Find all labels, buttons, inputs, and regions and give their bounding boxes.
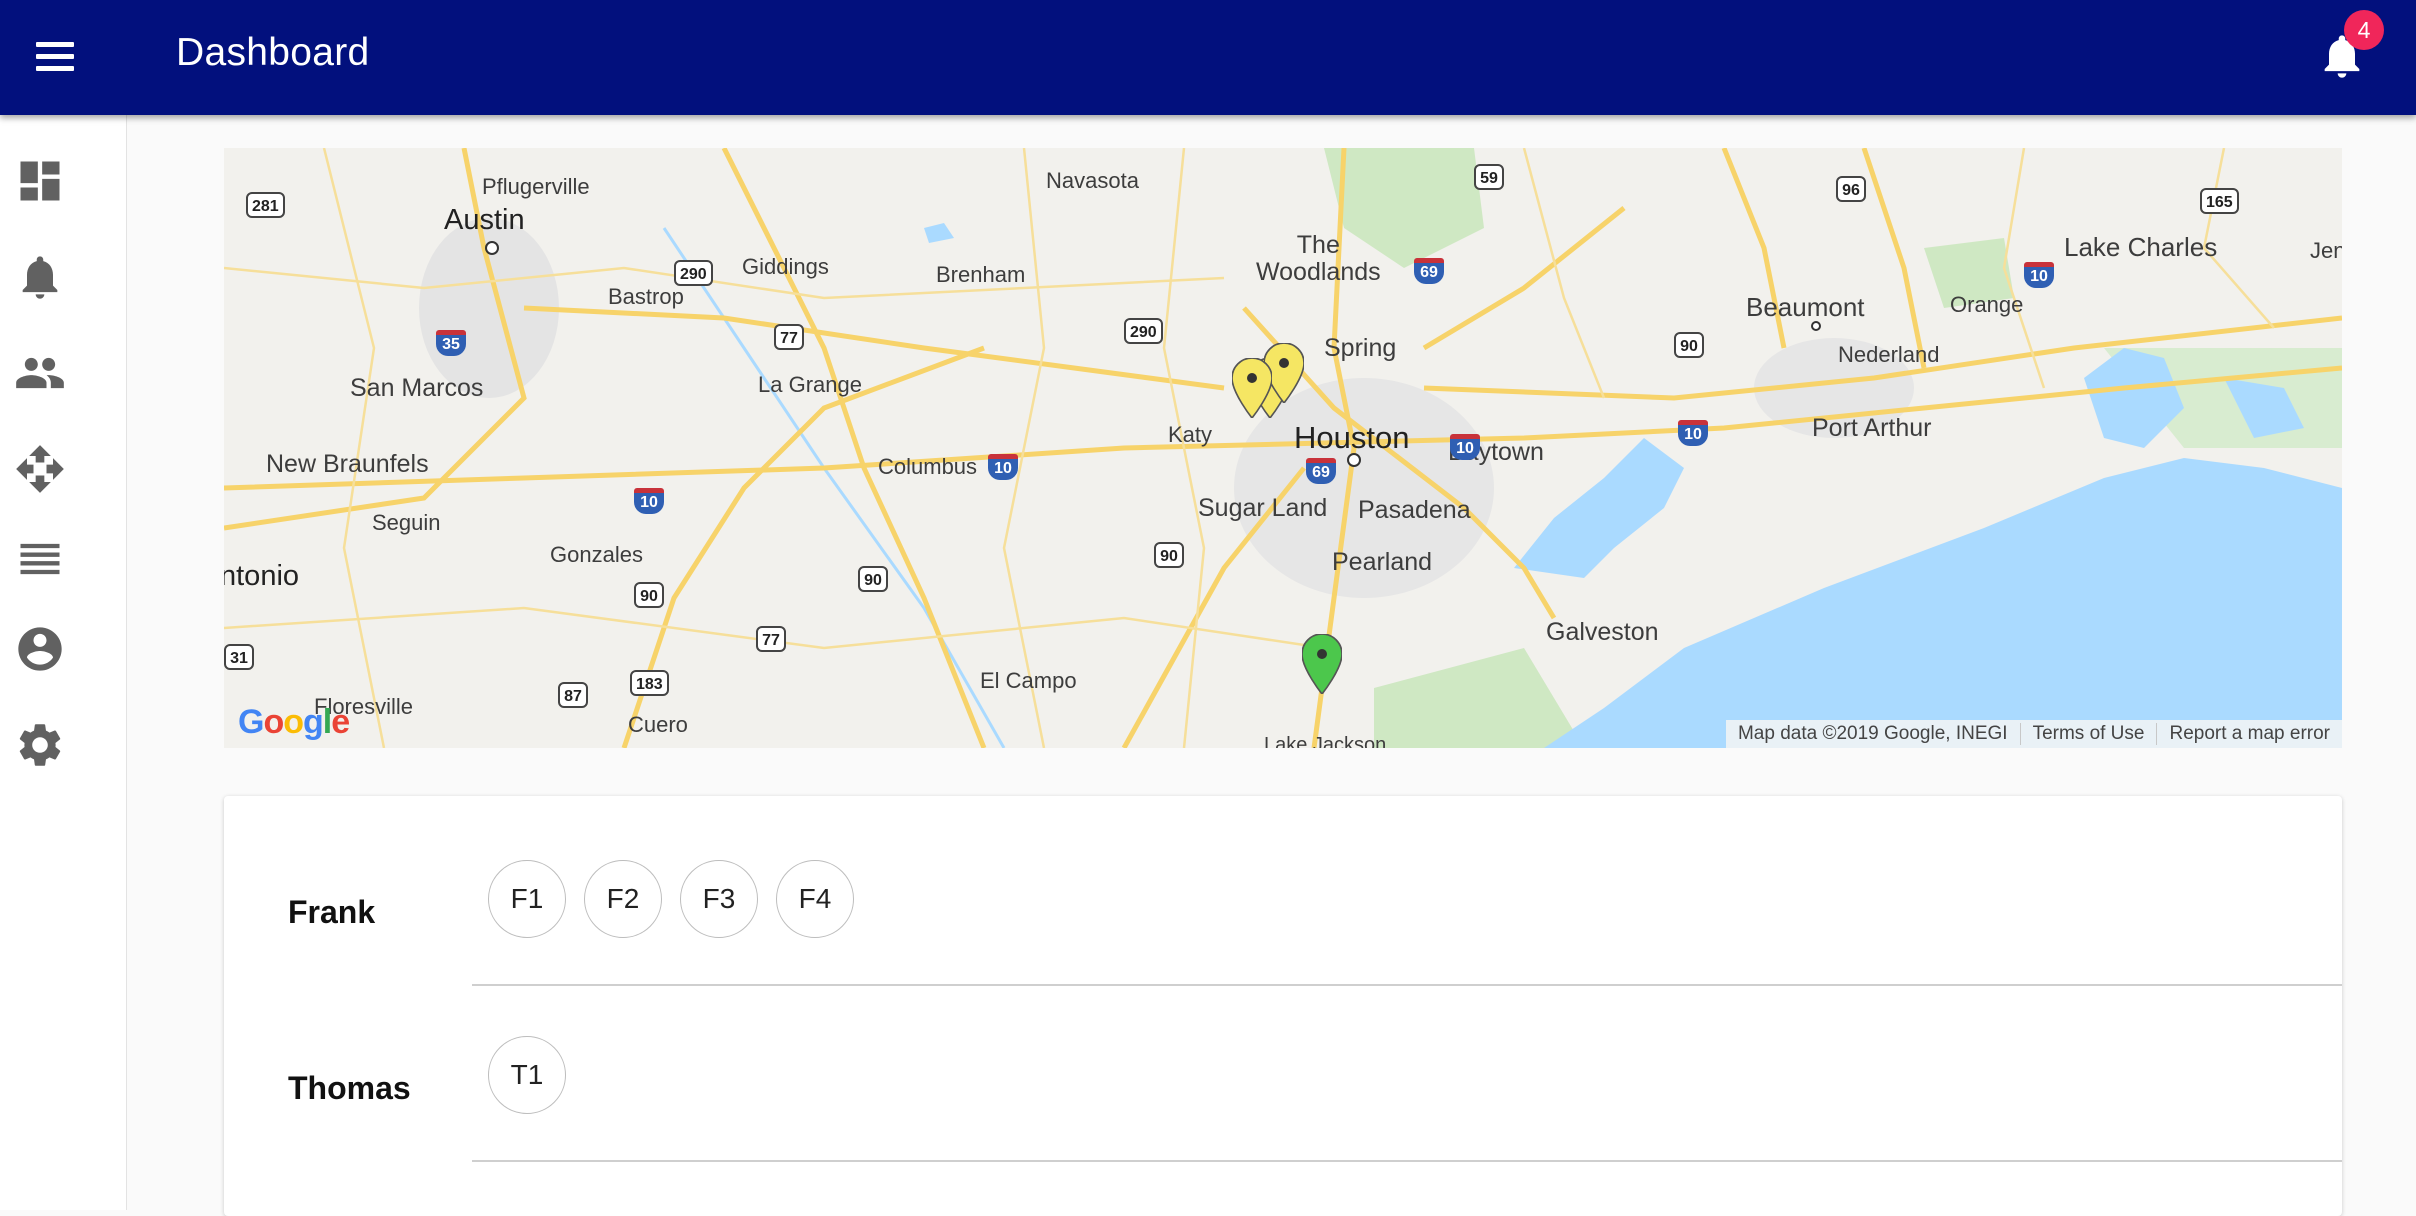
sidebar xyxy=(0,115,127,1210)
assignment-chip[interactable]: F1 xyxy=(488,860,566,938)
us-route-shield: 165 xyxy=(2200,188,2239,214)
map-label: New Braunfels xyxy=(266,450,429,478)
gear-icon xyxy=(19,724,61,766)
map-label: Spring xyxy=(1324,334,1397,362)
map-label: Gonzales xyxy=(550,542,643,567)
interstate-shield: 69 xyxy=(1306,458,1336,484)
us-route-shield: 87 xyxy=(558,682,588,708)
us-route-shield: 77 xyxy=(756,626,786,652)
google-logo: Google xyxy=(238,703,350,741)
assignment-row: Frank F1 F2 F3 F4 xyxy=(224,796,2342,986)
sidebar-item-account[interactable] xyxy=(14,623,66,675)
map-label: Giddings xyxy=(742,254,829,279)
map-label: Bastrop xyxy=(608,284,684,309)
assignment-chip[interactable]: F2 xyxy=(584,860,662,938)
row-name: Thomas xyxy=(288,1070,411,1106)
chip-group: T1 xyxy=(488,1036,584,1114)
map-label: Beaumont xyxy=(1746,292,1865,322)
us-route-shield: 90 xyxy=(1154,542,1184,568)
map-view[interactable]: Pflugerville Austin Navasota The Woodlan… xyxy=(224,148,2342,748)
row-name: Frank xyxy=(288,894,376,930)
map-label: Galveston xyxy=(1546,618,1659,646)
map-label: Seguin xyxy=(372,510,441,535)
map-label: La Grange xyxy=(758,372,862,397)
list-icon xyxy=(20,543,60,575)
report-map-error-link[interactable]: Report a map error xyxy=(2156,723,2342,745)
assignment-chip[interactable]: F4 xyxy=(776,860,854,938)
map-label: Jenn xyxy=(2310,238,2342,263)
interstate-shield: 69 xyxy=(1414,258,1444,284)
map-label: Port Arthur xyxy=(1812,414,1932,442)
account-circle-icon xyxy=(18,627,62,671)
map-label: Sugar Land xyxy=(1198,494,1328,522)
notification-badge: 4 xyxy=(2344,10,2384,50)
us-route-shield: 96 xyxy=(1836,176,1866,202)
map-label: San Marcos xyxy=(350,374,484,402)
map-label: Orange xyxy=(1950,292,2024,317)
map-label: ntonio xyxy=(224,560,300,592)
interstate-shield: 35 xyxy=(436,330,466,356)
us-route-shield: 290 xyxy=(1124,318,1163,344)
interstate-shield: 10 xyxy=(1678,420,1708,446)
map-label: Pflugerville xyxy=(482,174,590,199)
map-label: Katy xyxy=(1168,422,1213,447)
sidebar-item-settings[interactable] xyxy=(14,719,66,771)
map-label: El Campo xyxy=(980,668,1077,693)
us-route-shield: 290 xyxy=(674,260,713,286)
people-icon xyxy=(16,357,64,389)
hamburger-menu-icon[interactable] xyxy=(34,36,76,78)
map-label: Nederland xyxy=(1838,342,1940,367)
interstate-shield: 10 xyxy=(1450,434,1480,460)
row-divider xyxy=(472,1160,2342,1162)
interstate-shield: 10 xyxy=(634,488,664,514)
map-attribution: Map data ©2019 Google, INEGI Terms of Us… xyxy=(1725,720,2342,748)
map-label: Pearland xyxy=(1332,548,1433,576)
map-label: Austin xyxy=(444,204,525,236)
assignment-chip[interactable]: F3 xyxy=(680,860,758,938)
sidebar-item-list[interactable] xyxy=(14,533,66,585)
app-bar: Dashboard 4 xyxy=(0,0,2416,115)
us-route-shield: 31 xyxy=(224,644,254,670)
terms-of-use-link[interactable]: Terms of Use xyxy=(2019,723,2157,745)
map-label: Lake Jackson xyxy=(1264,734,1387,748)
sidebar-item-notifications[interactable] xyxy=(14,251,66,303)
map-label: Houston xyxy=(1294,420,1410,455)
map-label: Lake Charles xyxy=(2064,232,2218,262)
assignment-row: Thomas T1 xyxy=(224,972,2342,1162)
us-route-shield: 90 xyxy=(634,582,664,608)
sidebar-item-move[interactable] xyxy=(14,443,66,495)
map-label: Brenham xyxy=(936,262,1026,287)
us-route-shield: 183 xyxy=(630,670,669,696)
move-icon xyxy=(16,445,64,493)
map-label: Pasadena xyxy=(1358,496,1471,524)
chip-group: F1 F2 F3 F4 xyxy=(488,860,872,938)
yellow-map-marker[interactable] xyxy=(1232,358,1272,418)
dashboard-icon xyxy=(20,161,60,201)
interstate-shield: 10 xyxy=(2024,262,2054,288)
map-label: The Woodlands xyxy=(1256,231,1381,286)
map-label: Columbus xyxy=(878,454,978,479)
us-route-shield: 59 xyxy=(1474,164,1504,190)
map-label: Navasota xyxy=(1046,168,1139,193)
green-map-marker[interactable] xyxy=(1302,634,1342,694)
sidebar-item-people[interactable] xyxy=(14,347,66,399)
us-route-shield: 90 xyxy=(1674,332,1704,358)
map-label: Cuero xyxy=(628,712,688,737)
page-title: Dashboard xyxy=(176,31,370,74)
sidebar-item-dashboard[interactable] xyxy=(14,155,66,207)
map-data-credit: Map data ©2019 Google, INEGI xyxy=(1737,723,2008,744)
interstate-shield: 10 xyxy=(988,454,1018,480)
us-route-shield: 281 xyxy=(246,192,285,218)
assignment-card: Frank F1 F2 F3 F4 Thomas T1 xyxy=(224,796,2342,1216)
us-route-shield: 77 xyxy=(774,324,804,350)
us-route-shield: 90 xyxy=(858,566,888,592)
bell-icon xyxy=(22,256,58,299)
assignment-chip[interactable]: T1 xyxy=(488,1036,566,1114)
